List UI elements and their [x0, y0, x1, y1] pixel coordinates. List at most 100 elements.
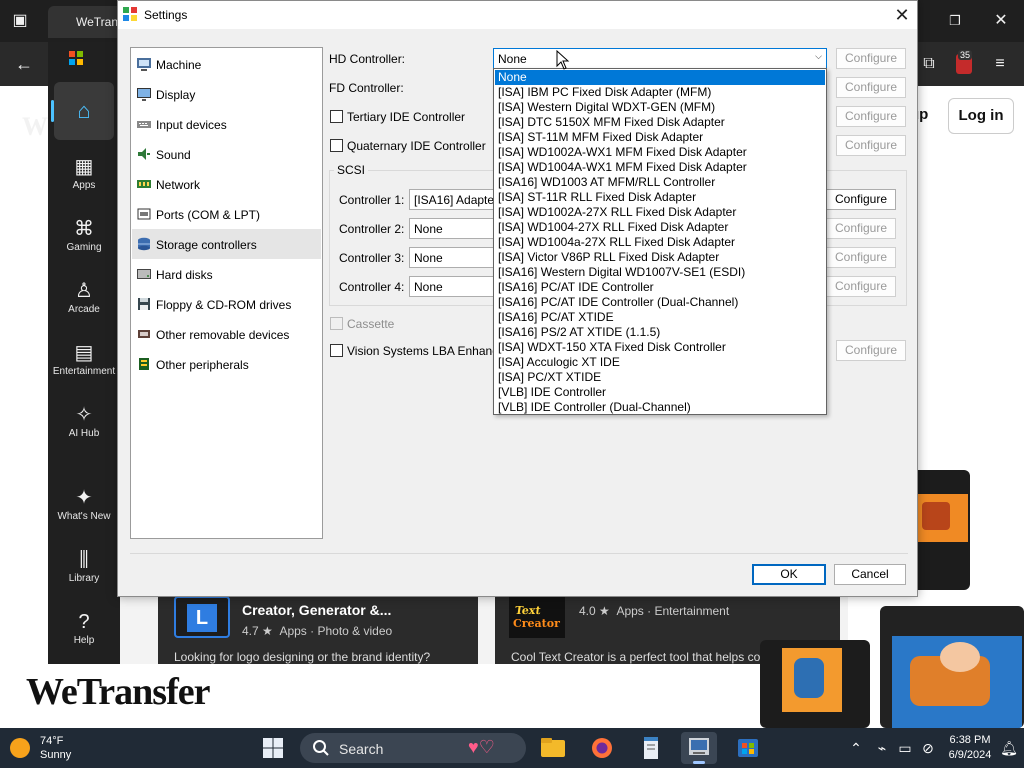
scsi-controller-4-label: Controller 4:: [339, 280, 405, 294]
category-storage-controllers[interactable]: Storage controllers: [132, 229, 321, 259]
rail-entertainment[interactable]: ▤ Entertainment: [48, 340, 120, 377]
weather-description[interactable]: Sunny: [40, 749, 71, 761]
86box-app[interactable]: [681, 732, 717, 764]
category-removable[interactable]: Other removable devices: [132, 319, 321, 349]
dropdown-option[interactable]: [ISA] WD1002A-27X RLL Fixed Disk Adapter: [495, 205, 825, 220]
category-machine[interactable]: Machine: [132, 49, 321, 79]
dropdown-option[interactable]: [ISA16] PC/AT IDE Controller: [495, 280, 825, 295]
scsi-controller-2-select[interactable]: None: [409, 218, 499, 239]
dropdown-option[interactable]: [ISA] IBM PC Fixed Disk Adapter (MFM): [495, 85, 825, 100]
configure-hd-button[interactable]: Configure: [836, 48, 906, 69]
dropdown-option[interactable]: [ISA16] PS/2 AT XTIDE (1.1.5): [495, 325, 825, 340]
dropdown-option[interactable]: [ISA] ST-11M MFM Fixed Disk Adapter: [495, 130, 825, 145]
configure-scsi-1-button[interactable]: Configure: [826, 189, 896, 210]
clock-date[interactable]: 6/9/2024: [944, 749, 996, 761]
display-tray-icon[interactable]: ▭: [896, 739, 914, 757]
category-peripherals[interactable]: Other peripherals: [132, 349, 321, 379]
notification-bell-icon[interactable]: 🔔︎: [1000, 739, 1018, 757]
dropdown-option[interactable]: [ISA] Victor V86P RLL Fixed Disk Adapter: [495, 250, 825, 265]
network-tray-icon[interactable]: ⌁: [873, 739, 891, 757]
scsi-controller-1-select[interactable]: [ISA16] Adapte: [409, 189, 499, 210]
library-icon: ⫼: [79, 549, 89, 571]
rail-library[interactable]: ⫼ Library: [48, 547, 120, 584]
close-window-icon[interactable]: ✕: [989, 11, 1013, 31]
rail-ai-hub[interactable]: ✧ AI Hub: [48, 402, 120, 439]
dropdown-option[interactable]: [ISA] WDXT-150 XTA Fixed Disk Controller: [495, 340, 825, 355]
back-icon[interactable]: ←: [12, 54, 36, 74]
login-button[interactable]: Log in: [948, 98, 1014, 134]
dropdown-option[interactable]: [ISA16] PC/AT IDE Controller (Dual-Chann…: [495, 295, 825, 310]
close-icon[interactable]: ✕: [888, 3, 916, 27]
configure-scsi-3-button[interactable]: Configure: [826, 247, 896, 268]
dropdown-option[interactable]: [ISA16] WD1003 AT MFM/RLL Controller: [495, 175, 825, 190]
dropdown-option[interactable]: [ISA] WD1004A-WX1 MFM Fixed Disk Adapter: [495, 160, 825, 175]
clock-time[interactable]: 6:38 PM: [944, 734, 996, 746]
quaternary-ide-checkbox[interactable]: [330, 139, 343, 152]
configure-tertiary-button[interactable]: Configure: [836, 106, 906, 127]
app-card-logo-maker[interactable]: L Creator, Generator &... 4.7 ★ Apps · P…: [158, 596, 478, 664]
configure-scsi-4-button[interactable]: Configure: [826, 276, 896, 297]
cassette-checkbox[interactable]: [330, 317, 343, 330]
configure-vision-lba-button[interactable]: Configure: [836, 340, 906, 361]
scsi-controller-3-select[interactable]: None: [409, 247, 499, 268]
rail-home[interactable]: ⌂: [51, 82, 114, 140]
category-input-devices[interactable]: Input devices: [132, 109, 321, 139]
category-display[interactable]: Display: [132, 79, 321, 109]
configure-quaternary-button[interactable]: Configure: [836, 135, 906, 156]
dropdown-option[interactable]: [ISA16] Western Digital WD1007V-SE1 (ESD…: [495, 265, 825, 280]
dropdown-option[interactable]: [VLB] IDE Controller (Dual-Channel): [495, 400, 825, 415]
thumbnail-image[interactable]: [760, 640, 870, 728]
vision-lba-checkbox[interactable]: [330, 344, 343, 357]
extensions-icon[interactable]: ⧉: [917, 54, 941, 74]
browser-tab[interactable]: WeTran: [48, 6, 128, 38]
dropdown-option[interactable]: [ISA16] PC/AT XTIDE: [495, 310, 825, 325]
firefox-app[interactable]: [584, 732, 620, 764]
rail-whats-new[interactable]: ✦ What's New: [48, 485, 120, 522]
category-ports[interactable]: Ports (COM & LPT): [132, 199, 321, 229]
sun-icon[interactable]: [10, 738, 30, 758]
menu-icon[interactable]: ≡: [988, 54, 1012, 74]
dropdown-option[interactable]: [ISA] PC/XT XTIDE: [495, 370, 825, 385]
configure-fd-button[interactable]: Configure: [836, 77, 906, 98]
scsi-controller-4-select[interactable]: None: [409, 276, 499, 297]
dropdown-option[interactable]: [ISA] ST-11R RLL Fixed Disk Adapter: [495, 190, 825, 205]
machine-icon: [137, 58, 151, 71]
category-network[interactable]: Network: [132, 169, 321, 199]
rail-arcade[interactable]: ♙ Arcade: [48, 278, 120, 315]
dropdown-option[interactable]: [ISA] Western Digital WDXT-GEN (MFM): [495, 100, 825, 115]
app-card-desc: Looking for logo designing or the brand …: [174, 650, 431, 664]
configure-scsi-2-button[interactable]: Configure: [826, 218, 896, 239]
volume-mute-icon[interactable]: ⊘: [919, 739, 937, 757]
category-label: Display: [156, 88, 196, 102]
weather-temperature[interactable]: 74°F: [40, 735, 63, 747]
microsoft-store-app[interactable]: [730, 732, 766, 764]
category-hard-disks[interactable]: Hard disks: [132, 259, 321, 289]
windows-start-icon[interactable]: [262, 737, 284, 759]
tab-actions-icon[interactable]: ▣: [8, 11, 32, 31]
rail-apps[interactable]: ▦ Apps: [48, 154, 120, 191]
rail-help[interactable]: ? Help: [48, 609, 120, 646]
dropdown-option[interactable]: [ISA] WD1004a-27X RLL Fixed Disk Adapter: [495, 235, 825, 250]
ok-button[interactable]: OK: [752, 564, 826, 585]
notepad-app[interactable]: [633, 732, 669, 764]
hd-controller-select[interactable]: None ⌵: [493, 48, 827, 69]
rail-gaming[interactable]: ⌘ Gaming: [48, 216, 120, 253]
thumbnail-image[interactable]: [880, 606, 1024, 728]
dropdown-option[interactable]: [VLB] IDE Controller: [495, 385, 825, 400]
category-sound[interactable]: Sound: [132, 139, 321, 169]
restore-icon[interactable]: ❐: [943, 11, 967, 31]
dropdown-option[interactable]: [ISA] WD1002A-WX1 MFM Fixed Disk Adapter: [495, 145, 825, 160]
dropdown-option[interactable]: [ISA] Acculogic XT IDE: [495, 355, 825, 370]
tertiary-ide-checkbox[interactable]: [330, 110, 343, 123]
file-explorer-app[interactable]: [535, 732, 571, 764]
cancel-button[interactable]: Cancel: [834, 564, 906, 585]
dropdown-option[interactable]: None: [495, 70, 825, 85]
taskbar-search[interactable]: Search ♥♡: [300, 733, 526, 763]
wetransfer-faded-logo: W: [22, 112, 48, 141]
chevron-up-icon[interactable]: ⌃: [847, 739, 865, 757]
scsi-controller-2-label: Controller 2:: [339, 222, 405, 236]
dropdown-option[interactable]: [ISA] DTC 5150X MFM Fixed Disk Adapter: [495, 115, 825, 130]
category-floppy-cdrom[interactable]: Floppy & CD-ROM drives: [132, 289, 321, 319]
dropdown-option[interactable]: [ISA] WD1004-27X RLL Fixed Disk Adapter: [495, 220, 825, 235]
dialog-title-bar[interactable]: Settings ✕: [118, 1, 917, 29]
